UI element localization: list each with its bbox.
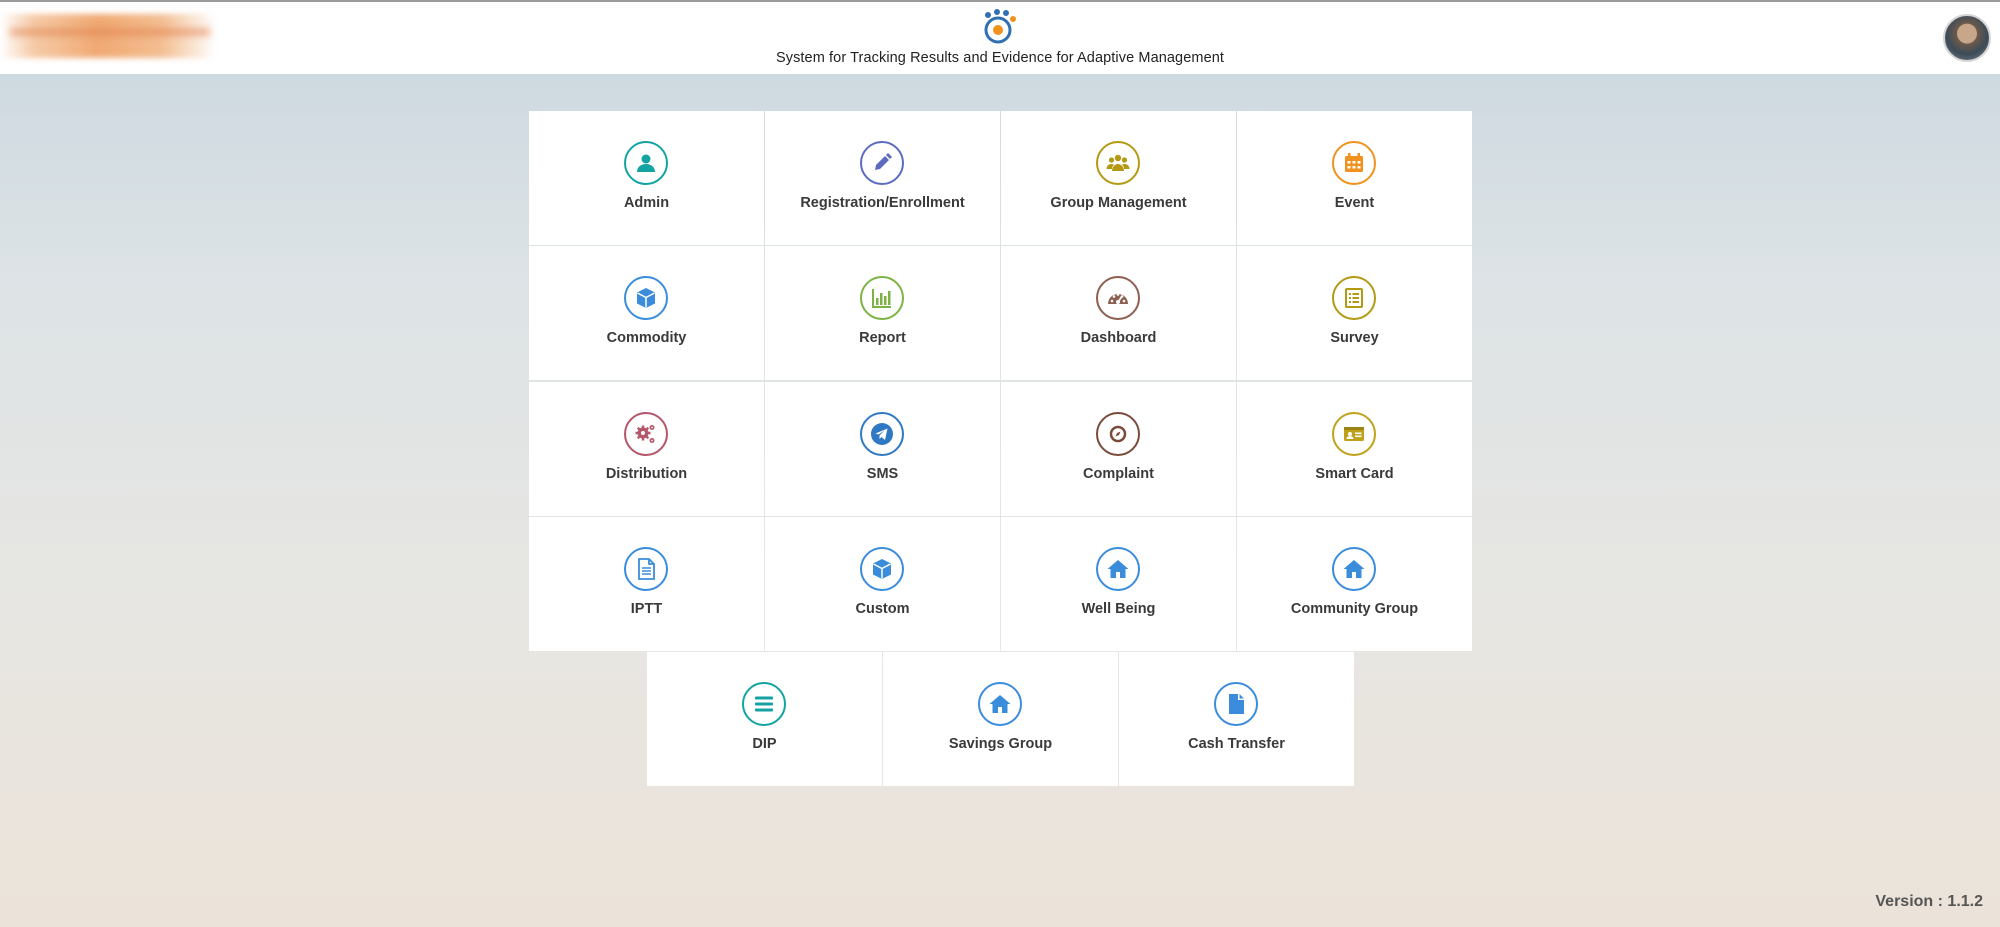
module-complaint[interactable]: Complaint bbox=[1001, 382, 1236, 516]
module-label: Survey bbox=[1330, 330, 1379, 346]
home-icon bbox=[978, 682, 1022, 726]
file-icon bbox=[1214, 682, 1258, 726]
version-label: Version : 1.1.2 bbox=[1875, 893, 1983, 910]
user-avatar[interactable] bbox=[1943, 14, 1991, 62]
module-report[interactable]: Report bbox=[765, 246, 1000, 380]
group-icon bbox=[1096, 141, 1140, 185]
paper-plane-icon bbox=[860, 412, 904, 456]
module-label: IPTT bbox=[630, 601, 663, 617]
module-well-being[interactable]: Well Being bbox=[1001, 517, 1236, 651]
home-icon bbox=[1332, 547, 1376, 591]
module-dashboard[interactable]: Dashboard bbox=[1001, 246, 1236, 380]
module-label: Distribution bbox=[605, 466, 688, 482]
module-group-management[interactable]: Group Management bbox=[1001, 111, 1236, 245]
module-custom[interactable]: Custom bbox=[765, 517, 1000, 651]
module-label: Admin bbox=[623, 195, 670, 211]
module-cash-transfer[interactable]: Cash Transfer bbox=[1119, 652, 1354, 786]
compass-icon bbox=[1096, 412, 1140, 456]
app-logo bbox=[984, 9, 1016, 44]
gauge-icon bbox=[1096, 276, 1140, 320]
module-label: Dashboard bbox=[1080, 330, 1157, 346]
list-icon bbox=[1332, 276, 1376, 320]
cube-icon bbox=[624, 276, 668, 320]
module-sms[interactable]: SMS bbox=[765, 382, 1000, 516]
top-header: System for Tracking Results and Evidence… bbox=[0, 0, 2000, 74]
module-community-group[interactable]: Community Group bbox=[1237, 517, 1472, 651]
module-survey[interactable]: Survey bbox=[1237, 246, 1472, 380]
menu-icon bbox=[742, 682, 786, 726]
module-iptt[interactable]: IPTT bbox=[529, 517, 764, 651]
id-card-icon bbox=[1332, 412, 1376, 456]
module-label: Commodity bbox=[606, 330, 687, 346]
module-dip[interactable]: DIP bbox=[647, 652, 882, 786]
module-label: Well Being bbox=[1081, 601, 1156, 617]
module-label: Registration/Enrollment bbox=[800, 195, 965, 211]
pencil-icon bbox=[860, 141, 904, 185]
module-smart-card[interactable]: Smart Card bbox=[1237, 382, 1472, 516]
module-label: Report bbox=[859, 330, 906, 346]
module-label: Event bbox=[1334, 195, 1375, 211]
module-label: Custom bbox=[855, 601, 910, 617]
calendar-icon bbox=[1332, 141, 1376, 185]
module-label: Savings Group bbox=[948, 736, 1053, 752]
module-event[interactable]: Event bbox=[1237, 111, 1472, 245]
module-savings-group[interactable]: Savings Group bbox=[883, 652, 1118, 786]
module-label: Smart Card bbox=[1315, 466, 1394, 482]
module-label: DIP bbox=[752, 736, 777, 752]
cube-icon bbox=[860, 547, 904, 591]
module-label: SMS bbox=[866, 466, 899, 482]
module-commodity[interactable]: Commodity bbox=[529, 246, 764, 380]
home-icon bbox=[1096, 547, 1140, 591]
document-icon bbox=[624, 547, 668, 591]
gears-icon bbox=[624, 412, 668, 456]
user-icon bbox=[624, 141, 668, 185]
module-registration-enrollment[interactable]: Registration/Enrollment bbox=[765, 111, 1000, 245]
module-admin[interactable]: Admin bbox=[529, 111, 764, 245]
module-label: Community Group bbox=[1290, 601, 1419, 617]
bar-chart-icon bbox=[860, 276, 904, 320]
system-title: System for Tracking Results and Evidence… bbox=[775, 50, 1225, 66]
module-distribution[interactable]: Distribution bbox=[529, 382, 764, 516]
module-label: Cash Transfer bbox=[1188, 736, 1285, 752]
module-label: Complaint bbox=[1083, 466, 1154, 482]
module-label: Group Management bbox=[1050, 195, 1187, 211]
